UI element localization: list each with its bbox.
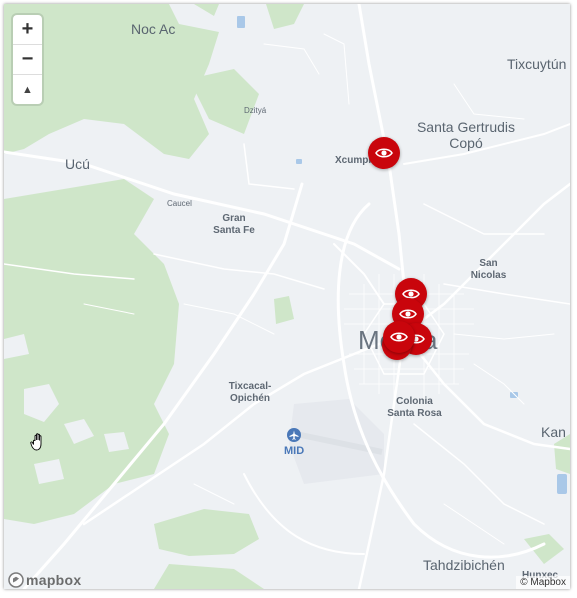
green-areas	[4, 4, 570, 589]
place-ucu: Ucú	[65, 156, 90, 172]
place-tixcacal: Tixcacal-Opichén	[228, 381, 272, 404]
place-tixcuytun: Tixcuytún	[507, 56, 567, 72]
grab-cursor-icon	[30, 433, 42, 451]
map-canvas[interactable]	[4, 4, 570, 589]
zoom-out-button[interactable]: −	[13, 45, 42, 75]
mapbox-icon	[8, 572, 24, 588]
marker-eye-center-west[interactable]	[383, 321, 415, 353]
zoom-in-button[interactable]: +	[13, 15, 42, 45]
eye-icon	[390, 332, 408, 342]
compass-icon: ▲	[22, 83, 33, 96]
map-container[interactable]: Noc Ac Tixcuytún Dzityá Santa Gertrudis …	[4, 4, 570, 589]
place-santa-gertrudis: Santa Gertrudis Copó	[416, 119, 516, 152]
place-noc-ac: Noc Ac	[131, 21, 176, 37]
mapbox-logo[interactable]: mapbox	[8, 572, 81, 588]
place-kan: Kan	[541, 424, 566, 440]
place-gran-santa-fe: Gran Santa Fe	[213, 213, 255, 236]
place-tahdzibichen: Tahdzibichén	[423, 557, 505, 573]
zoom-control: + − ▲	[13, 15, 42, 104]
eye-icon	[399, 309, 417, 319]
place-dzitya: Dzityá	[244, 106, 267, 115]
marker-eye-xcumpich[interactable]	[368, 137, 400, 169]
airport-icon	[287, 428, 301, 442]
map-attribution[interactable]: © Mapbox	[516, 576, 570, 589]
place-san-nicolas: San Nicolas	[470, 258, 507, 281]
mapbox-wordmark: mapbox	[26, 572, 82, 588]
compass-button[interactable]: ▲	[13, 75, 42, 104]
place-caucel: Caucel	[167, 199, 192, 208]
airport-label: MID	[284, 445, 305, 457]
airport-area	[289, 399, 384, 484]
place-colonia-santa-rosa: Colonia Santa Rosa	[387, 396, 442, 419]
eye-icon	[375, 148, 393, 158]
